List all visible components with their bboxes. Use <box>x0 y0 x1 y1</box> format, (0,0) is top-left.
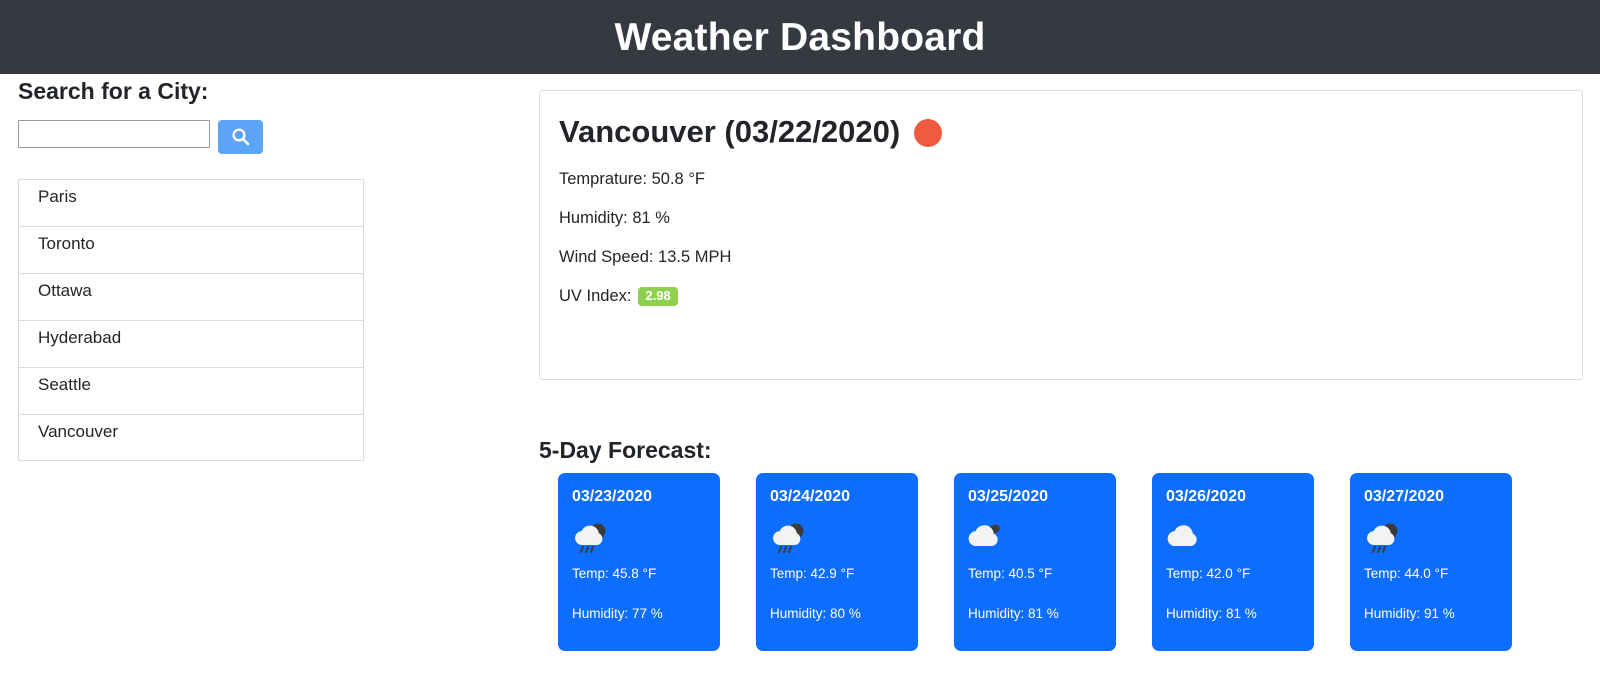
search-row <box>18 119 364 154</box>
forecast-humidity: Humidity: 77 % <box>572 606 663 622</box>
forecast-humidity: Humidity: 80 % <box>770 606 861 622</box>
forecast-temp: Temp: 42.9 °F <box>770 566 855 582</box>
city-list-item[interactable]: Vancouver <box>18 413 364 461</box>
current-temperature: Temprature: 50.8 °F <box>559 170 705 189</box>
forecast-temp: Temp: 42.0 °F <box>1166 566 1251 582</box>
current-uv-index: UV Index: 2.98 <box>559 287 1582 307</box>
forecast-heading: 5-Day Forecast: <box>539 437 712 463</box>
uv-index-label: UV Index: <box>559 287 632 306</box>
forecast-card: 03/27/2020 Temp: 44.0 °F Humidity: 91 % <box>1350 473 1512 651</box>
forecast-date: 03/26/2020 <box>1166 488 1247 505</box>
forecast-card: 03/24/2020 Temp: 42.9 °F Humidity: 80 % <box>756 473 918 651</box>
forecast-date: 03/23/2020 <box>572 488 653 505</box>
current-title-row: Vancouver (03/22/2020) <box>559 113 1582 150</box>
search-label: Search for a City: <box>18 78 209 104</box>
forecast-humidity: Humidity: 91 % <box>1364 606 1455 622</box>
search-button[interactable] <box>218 119 263 154</box>
forecast-date: 03/25/2020 <box>968 488 1049 505</box>
forecast-card: 03/25/2020 Temp: 40.5 °F Humidity: 81 % <box>954 473 1116 651</box>
forecast-humidity: Humidity: 81 % <box>1166 606 1257 622</box>
forecast-humidity: Humidity: 81 % <box>968 606 1059 622</box>
broken-cloud-icon <box>968 520 1116 554</box>
current-city-title: Vancouver (03/22/2020) <box>559 114 901 149</box>
rain-cloud-icon <box>572 520 720 554</box>
forecast-card: 03/26/2020 Temp: 42.0 °F Humidity: 81 % <box>1152 473 1314 651</box>
city-list-item[interactable]: Hyderabad <box>18 319 364 367</box>
forecast-temp: Temp: 40.5 °F <box>968 566 1053 582</box>
current-weather-card: Vancouver (03/22/2020) Temprature: 50.8 … <box>539 90 1583 380</box>
city-list: Paris Toronto Ottawa Hyderabad Seattle V… <box>18 178 364 461</box>
city-list-item[interactable]: Ottawa <box>18 272 364 320</box>
cloud-icon <box>1166 520 1314 554</box>
clear-sun-icon <box>914 119 943 148</box>
forecast-row: 03/23/2020 Temp: 45.8 °F Humidity: 77 % … <box>558 473 1512 651</box>
uv-index-badge: 2.98 <box>638 287 678 307</box>
rain-cloud-icon <box>1364 520 1512 554</box>
search-input[interactable] <box>18 119 210 148</box>
current-humidity: Humidity: 81 % <box>559 209 670 228</box>
forecast-temp: Temp: 45.8 °F <box>572 566 657 582</box>
sidebar: Search for a City: Paris Toronto Ottawa … <box>18 78 364 461</box>
city-list-item[interactable]: Paris <box>18 178 364 226</box>
app-header: Weather Dashboard <box>0 0 1600 74</box>
rain-cloud-icon <box>770 520 918 554</box>
forecast-date: 03/27/2020 <box>1364 488 1445 505</box>
city-list-item[interactable]: Toronto <box>18 225 364 273</box>
search-icon <box>231 127 250 146</box>
city-list-item[interactable]: Seattle <box>18 366 364 414</box>
current-wind-speed: Wind Speed: 13.5 MPH <box>559 248 732 267</box>
forecast-date: 03/24/2020 <box>770 488 851 505</box>
page-title: Weather Dashboard <box>614 15 986 59</box>
forecast-temp: Temp: 44.0 °F <box>1364 566 1449 582</box>
forecast-card: 03/23/2020 Temp: 45.8 °F Humidity: 77 % <box>558 473 720 651</box>
